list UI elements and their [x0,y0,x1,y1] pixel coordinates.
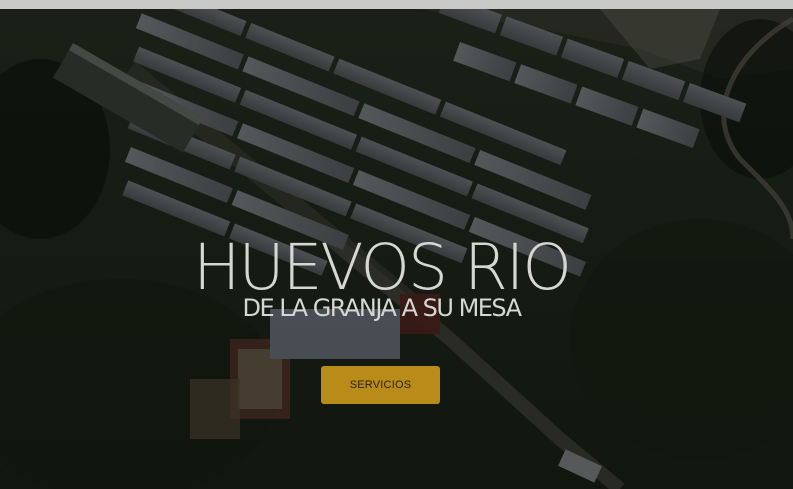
hero-subtitle: DE LA GRANJA A SU MESA [242,294,522,322]
servicios-button[interactable]: SERVICIOS [321,366,440,404]
page: HUEVOS RIO DE LA GRANJA A SU MESA SERVIC… [0,0,793,489]
top-strip [0,0,793,9]
